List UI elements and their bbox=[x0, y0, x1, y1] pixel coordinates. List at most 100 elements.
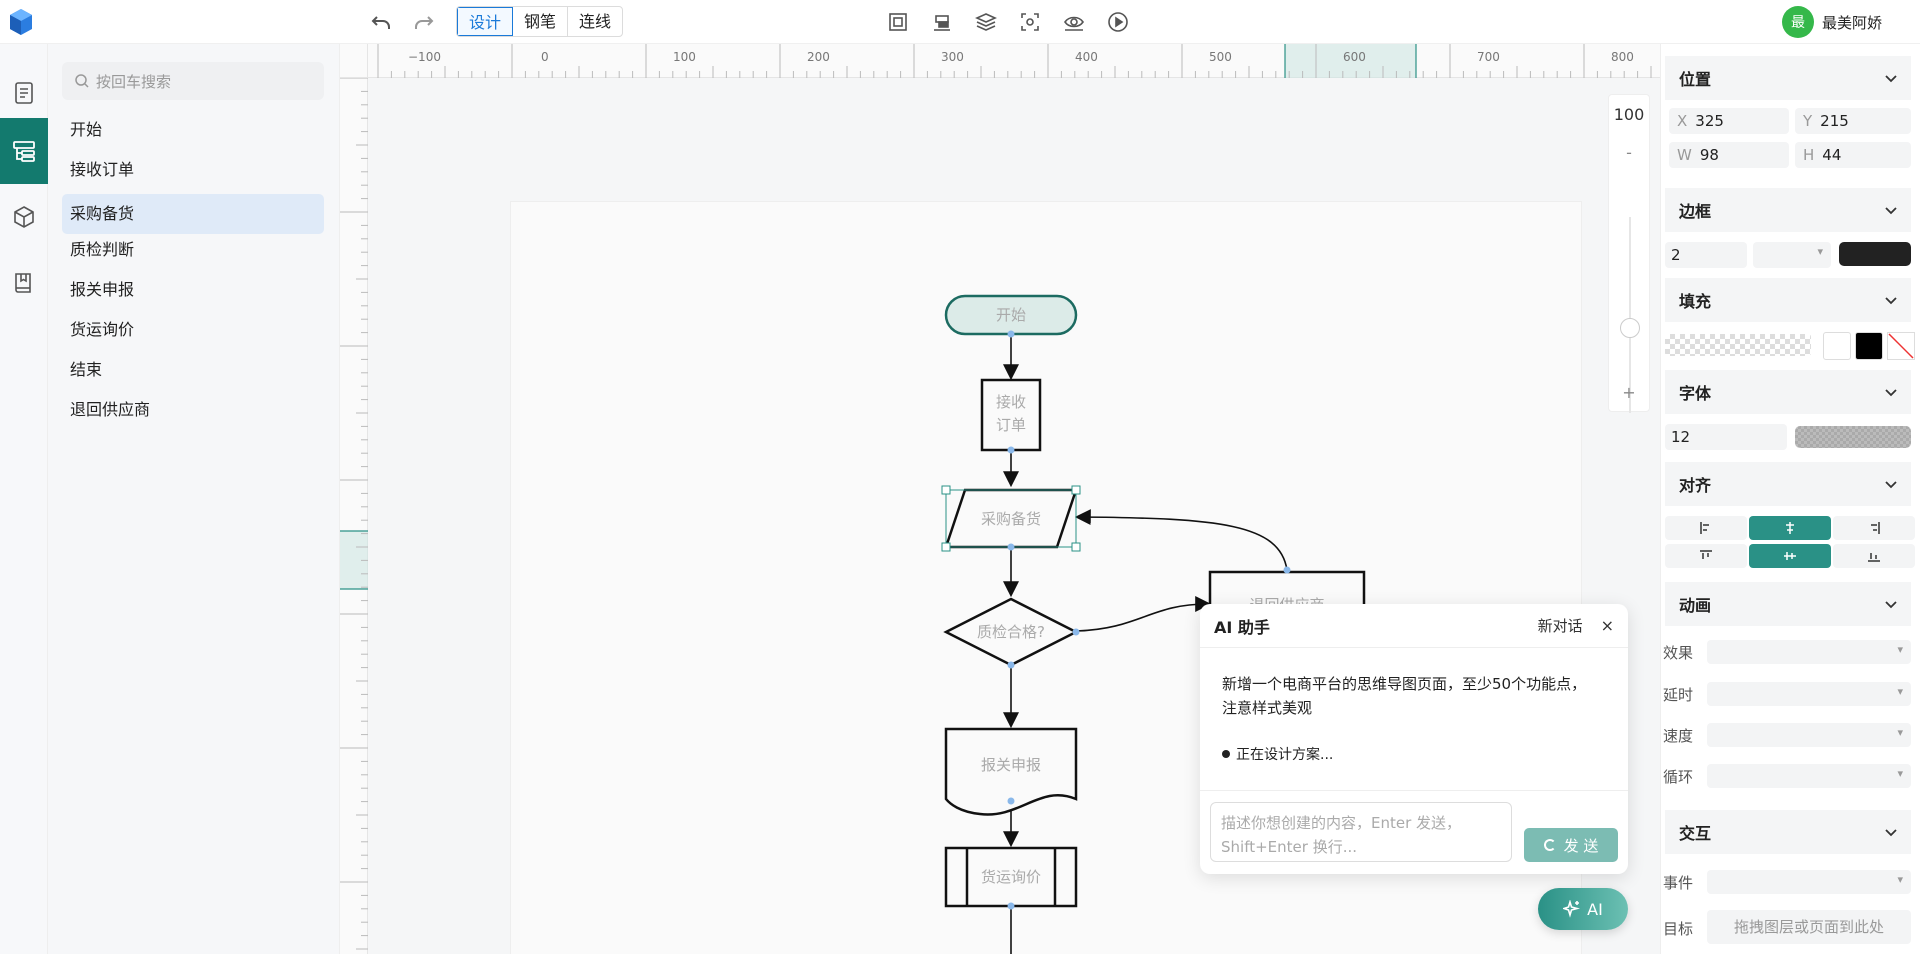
align-center-h-button[interactable] bbox=[1749, 516, 1831, 540]
rail-components-button[interactable] bbox=[0, 184, 48, 250]
w-label: W bbox=[1677, 146, 1692, 164]
chevron-down-icon bbox=[1885, 207, 1897, 215]
border-width-field[interactable]: 2 bbox=[1665, 242, 1747, 268]
ai-panel-header: AI 助手 新对话 × bbox=[1200, 604, 1628, 648]
align-top-icon bbox=[1700, 550, 1712, 559]
align-top-button[interactable] bbox=[1665, 544, 1747, 568]
flow-node-qc[interactable]: 质检合格? bbox=[943, 597, 1079, 667]
section-fill-header[interactable]: 填充 bbox=[1665, 278, 1911, 322]
close-icon[interactable]: × bbox=[1601, 616, 1614, 635]
new-chat-button[interactable]: 新对话 bbox=[1538, 615, 1583, 636]
ai-status: 正在设计方案... bbox=[1222, 744, 1333, 764]
target-drop-zone[interactable]: 拖拽图层或页面到此处 bbox=[1707, 910, 1911, 944]
fill-transparent-swatch[interactable] bbox=[1665, 334, 1811, 356]
layer-item-qc[interactable]: 质检判断 bbox=[62, 230, 324, 270]
ai-panel-title: AI 助手 bbox=[1214, 617, 1270, 637]
effect-select[interactable] bbox=[1707, 640, 1911, 664]
chevron-down-icon bbox=[1885, 297, 1897, 305]
chevron-down-icon bbox=[1885, 829, 1897, 837]
ai-send-button[interactable]: 发 送 bbox=[1524, 828, 1618, 862]
delay-label: 延时 bbox=[1663, 686, 1694, 704]
zoom-in-button[interactable]: + bbox=[1609, 375, 1649, 411]
focus-icon[interactable] bbox=[1018, 10, 1042, 34]
font-color-swatch[interactable] bbox=[1795, 426, 1911, 448]
align-center-v-button[interactable] bbox=[1749, 544, 1831, 568]
speed-label: 速度 bbox=[1663, 727, 1694, 745]
delay-select[interactable] bbox=[1707, 682, 1911, 706]
fill-black-swatch[interactable] bbox=[1855, 332, 1883, 360]
target-label: 目标 bbox=[1663, 920, 1694, 938]
layer-item-purchase[interactable]: 采购备货 bbox=[62, 194, 324, 234]
section-interaction-header[interactable]: 交互 bbox=[1665, 810, 1911, 854]
flow-node-receive-order[interactable]: 接收 订单 bbox=[980, 378, 1042, 452]
mode-pen-button[interactable]: 钢笔 bbox=[513, 7, 569, 36]
border-style-select[interactable]: ▾ bbox=[1753, 242, 1831, 268]
redo-icon[interactable] bbox=[412, 10, 436, 34]
align-center-h-icon bbox=[1786, 522, 1794, 534]
event-select[interactable] bbox=[1707, 870, 1911, 894]
layer-search-input[interactable]: 按回车搜索 bbox=[62, 62, 324, 100]
preview-eye-icon[interactable] bbox=[1062, 10, 1086, 34]
username: 最美阿娇 bbox=[1821, 13, 1882, 32]
align-left-button[interactable] bbox=[1665, 516, 1747, 540]
event-label: 事件 bbox=[1663, 874, 1694, 892]
mode-design-button[interactable]: 设计 bbox=[457, 7, 514, 36]
fill-none-icon[interactable] bbox=[1887, 332, 1915, 360]
divider bbox=[1200, 790, 1628, 791]
ai-assistant-button[interactable]: AI bbox=[1538, 888, 1628, 930]
flow-node-label: 货运询价 bbox=[981, 868, 1041, 886]
search-placeholder: 按回车搜索 bbox=[96, 72, 172, 91]
ai-prompt-input[interactable]: 描述你想创建的内容，Enter 发送，Shift+Enter 换行... bbox=[1210, 802, 1512, 862]
flow-node-purchase[interactable]: 采购备货 bbox=[941, 485, 1081, 552]
h-field[interactable]: H 44 bbox=[1795, 142, 1911, 168]
speed-select[interactable] bbox=[1707, 723, 1911, 747]
w-field[interactable]: W 98 bbox=[1669, 142, 1789, 168]
layer-item-receive-order[interactable]: 接收订单 bbox=[62, 150, 324, 190]
group-icon[interactable] bbox=[886, 10, 910, 34]
document-icon bbox=[15, 82, 33, 104]
layer-item-start[interactable]: 开始 bbox=[62, 110, 324, 150]
mode-connect-button[interactable]: 连线 bbox=[568, 7, 622, 36]
layer-item-freight[interactable]: 货运询价 bbox=[62, 310, 324, 350]
section-title: 边框 bbox=[1679, 202, 1712, 221]
zoom-slider-handle[interactable] bbox=[1620, 318, 1640, 338]
layer-item-customs[interactable]: 报关申报 bbox=[62, 270, 324, 310]
cube-icon bbox=[14, 206, 34, 228]
border-color-swatch[interactable] bbox=[1839, 242, 1911, 266]
flow-node-freight[interactable]: 货运询价 bbox=[944, 846, 1078, 908]
y-label: Y bbox=[1803, 112, 1813, 130]
user-menu[interactable]: 最 最美阿娇 bbox=[1781, 6, 1882, 38]
chevron-down-icon bbox=[1885, 481, 1897, 489]
section-title: 字体 bbox=[1679, 384, 1712, 403]
section-position-header[interactable]: 位置 bbox=[1665, 56, 1911, 100]
undo-icon[interactable] bbox=[369, 10, 393, 34]
align-right-button[interactable] bbox=[1833, 516, 1915, 540]
zoom-control: 100 - + bbox=[1608, 94, 1650, 413]
layer-item-end[interactable]: 结束 bbox=[62, 350, 324, 390]
section-animation-header[interactable]: 动画 bbox=[1665, 582, 1911, 626]
font-size-field[interactable]: 12 bbox=[1665, 424, 1787, 450]
play-icon[interactable] bbox=[1106, 10, 1130, 34]
layer-item-return-supplier[interactable]: 退回供应商 bbox=[62, 390, 324, 430]
avatar[interactable]: 最 bbox=[1781, 6, 1814, 38]
rail-library-button[interactable] bbox=[0, 250, 48, 316]
flow-node-start[interactable]: 开始 bbox=[944, 294, 1078, 336]
section-align-header[interactable]: 对齐 bbox=[1665, 462, 1911, 506]
ai-assistant-panel: AI 助手 新对话 × 新增一个电商平台的思维导图页面，至少50个功能点，注意样… bbox=[1200, 604, 1628, 874]
section-border-header[interactable]: 边框 bbox=[1665, 188, 1911, 232]
x-field[interactable]: X 325 bbox=[1669, 108, 1789, 134]
layers-icon[interactable] bbox=[974, 10, 998, 34]
rail-pages-button[interactable] bbox=[0, 60, 48, 126]
flow-node-label: 开始 bbox=[996, 306, 1026, 324]
align-bottom-button[interactable] bbox=[1833, 544, 1915, 568]
loop-select[interactable] bbox=[1707, 764, 1911, 788]
section-font-header[interactable]: 字体 bbox=[1665, 370, 1911, 414]
fill-white-swatch[interactable] bbox=[1823, 332, 1851, 360]
y-field[interactable]: Y 215 bbox=[1795, 108, 1911, 134]
section-title: 对齐 bbox=[1679, 476, 1712, 495]
rail-layers-button[interactable] bbox=[0, 118, 48, 184]
align-icon[interactable] bbox=[930, 10, 954, 34]
zoom-out-button[interactable]: - bbox=[1609, 135, 1649, 171]
w-value: 98 bbox=[1699, 146, 1719, 164]
chevron-down-icon bbox=[1885, 75, 1897, 83]
